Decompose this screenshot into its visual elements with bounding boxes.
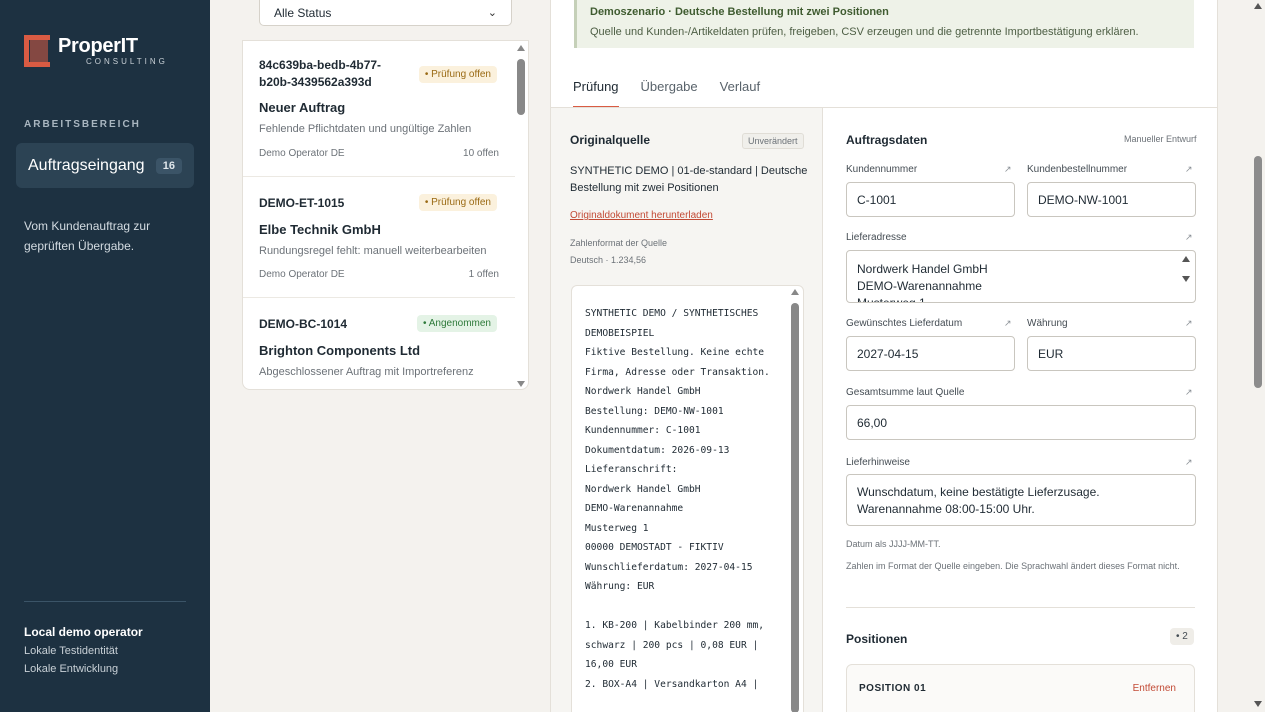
delivery-date-label: Gewünschtes Lieferdatum: [846, 318, 963, 329]
order-id: 84c639ba-bedb-4b77-b20b-3439562a393d: [259, 58, 382, 89]
positions-heading: Positionen: [846, 632, 908, 646]
logo-mark-icon: [24, 35, 50, 67]
expand-icon[interactable]: ↗: [1004, 164, 1012, 175]
sidebar: ProperIT CONSULTING ARBEITSBEREICH Auftr…: [0, 0, 210, 712]
brand-logo[interactable]: ProperIT CONSULTING: [24, 35, 168, 67]
draft-status: Manueller Entwurf: [1124, 134, 1197, 144]
number-format-label: Zahlenformat der Quelle: [570, 238, 668, 248]
section-label: ARBEITSBEREICH: [24, 119, 141, 130]
expand-icon[interactable]: ↗: [1185, 318, 1193, 329]
list-item[interactable]: DEMO-ET-1015 • Prüfung offen Elbe Techni…: [243, 177, 515, 298]
total-label: Gesamtsumme laut Quelle: [846, 387, 965, 398]
expand-icon[interactable]: ↗: [1185, 164, 1193, 175]
source-status-badge: Unverändert: [742, 133, 804, 149]
address-field[interactable]: Nordwerk Handel GmbH DEMO-Warenannahme M…: [846, 250, 1196, 303]
detail-tabs: Prüfung Übergabe Verlauf: [573, 79, 760, 108]
order-description: Rundungsregel fehlt: manuell weiterbearb…: [259, 245, 487, 257]
source-title: SYNTHETIC DEMO | 01-de-standard | Deutsc…: [570, 165, 808, 194]
scenario-description: Quelle und Kunden-/Artikeldaten prüfen, …: [590, 26, 1139, 38]
brand-name: ProperIT: [58, 35, 138, 57]
tab-uebergabe[interactable]: Übergabe: [641, 79, 698, 108]
position-title: POSITION 01: [859, 683, 927, 694]
expand-icon[interactable]: ↗: [1185, 387, 1193, 398]
address-label: Lieferadresse: [846, 232, 907, 243]
status-badge: • Prüfung offen: [418, 194, 497, 211]
order-description: Abgeschlossener Auftrag mit Importrefere…: [259, 366, 474, 378]
list-item[interactable]: DEMO-BC-1014 • Angenommen Brighton Compo…: [243, 298, 515, 389]
delivery-date-field[interactable]: 2027-04-15: [846, 336, 1015, 371]
order-description: Fehlende Pflichtdaten und ungültige Zahl…: [259, 123, 472, 135]
user-identity: Lokale Testidentität: [24, 645, 118, 657]
chevron-down-icon: ⌄: [487, 7, 497, 19]
user-name: Local demo operator: [24, 625, 143, 639]
order-id: DEMO-BC-1014: [259, 317, 348, 331]
scenario-title: Demoszenario · Deutsche Bestellung mit z…: [590, 6, 889, 18]
order-name: Neuer Auftrag: [259, 100, 346, 115]
form-divider: [846, 607, 1195, 608]
expand-icon[interactable]: ↗: [1185, 457, 1193, 468]
page-scrollbar[interactable]: [1251, 0, 1265, 712]
customer-number-field[interactable]: C-1001: [846, 182, 1015, 217]
sidebar-item-label: Auftragseingang: [28, 156, 145, 174]
delivery-notes-field[interactable]: Wunschdatum, keine bestätigte Lieferzusa…: [846, 474, 1196, 526]
expand-icon[interactable]: ↗: [1185, 232, 1193, 243]
currency-label: Währung: [1027, 318, 1068, 329]
expand-icon[interactable]: ↗: [1004, 318, 1012, 329]
orders-list: 84c639ba-bedb-4b77-b20b-3439562a393d • P…: [242, 40, 529, 390]
customer-number-label: Kundennummer: [846, 164, 918, 175]
address-scrollbar[interactable]: [1181, 254, 1191, 294]
order-id: DEMO-ET-1015: [259, 196, 345, 210]
sidebar-item-count: 16: [155, 157, 182, 174]
number-format-hint: Zahlen im Format der Quelle eingeben. Di…: [846, 561, 1180, 571]
order-operator: Demo Operator DE: [259, 269, 345, 280]
currency-field[interactable]: EUR: [1027, 336, 1196, 371]
source-heading: Originalquelle: [570, 133, 651, 147]
tab-verlauf[interactable]: Verlauf: [720, 79, 760, 108]
date-format-hint: Datum als JJJJ-MM-TT.: [846, 539, 941, 549]
order-name: Elbe Technik GmbH: [259, 222, 381, 237]
customer-order-label: Kundenbestellnummer: [1027, 164, 1128, 175]
source-document-viewer[interactable]: SYNTHETIC DEMO / SYNTHETISCHES DEMOBEISP…: [571, 285, 804, 712]
tab-pruefung[interactable]: Prüfung: [573, 79, 619, 108]
customer-order-field[interactable]: DEMO-NW-1001: [1027, 182, 1196, 217]
brand-sub: CONSULTING: [86, 57, 168, 66]
delivery-notes-label: Lieferhinweise: [846, 457, 910, 468]
status-badge: • Angenommen: [417, 315, 497, 332]
sidebar-description: Vom Kundenauftrag zur geprüften Übergabe…: [24, 219, 151, 253]
number-format-value: Deutsch · 1.234,56: [570, 255, 647, 265]
source-document-text: SYNTHETIC DEMO / SYNTHETISCHES DEMOBEISP…: [585, 308, 770, 690]
position-card: POSITION 01 Entfernen: [846, 664, 1195, 712]
status-badge: • Prüfung offen: [418, 66, 497, 83]
order-data-heading: Auftragsdaten: [846, 133, 928, 147]
sidebar-item-auftragseingang[interactable]: Auftragseingang 16: [16, 143, 194, 188]
download-original-link[interactable]: Originaldokument herunterladen: [570, 210, 713, 221]
order-open-count: 1 offen: [468, 269, 499, 280]
scenario-banner: Demoszenario · Deutsche Bestellung mit z…: [574, 0, 1194, 48]
positions-count-badge: • 2: [1170, 628, 1194, 645]
order-operator: Demo Operator DE: [259, 148, 345, 159]
orders-scrollbar[interactable]: [516, 44, 526, 388]
document-scrollbar[interactable]: [790, 289, 800, 712]
list-item[interactable]: 84c639ba-bedb-4b77-b20b-3439562a393d • P…: [243, 41, 515, 177]
order-open-count: 10 offen: [463, 148, 499, 159]
sidebar-divider: [24, 601, 186, 602]
status-filter-value: Alle Status: [274, 5, 332, 20]
order-name: Brighton Components Ltd: [259, 343, 421, 358]
total-field[interactable]: 66,00: [846, 405, 1196, 440]
user-environment: Lokale Entwicklung: [24, 663, 119, 675]
remove-position-button[interactable]: Entfernen: [1133, 683, 1176, 694]
status-filter-select[interactable]: Alle Status ⌄: [259, 0, 512, 26]
